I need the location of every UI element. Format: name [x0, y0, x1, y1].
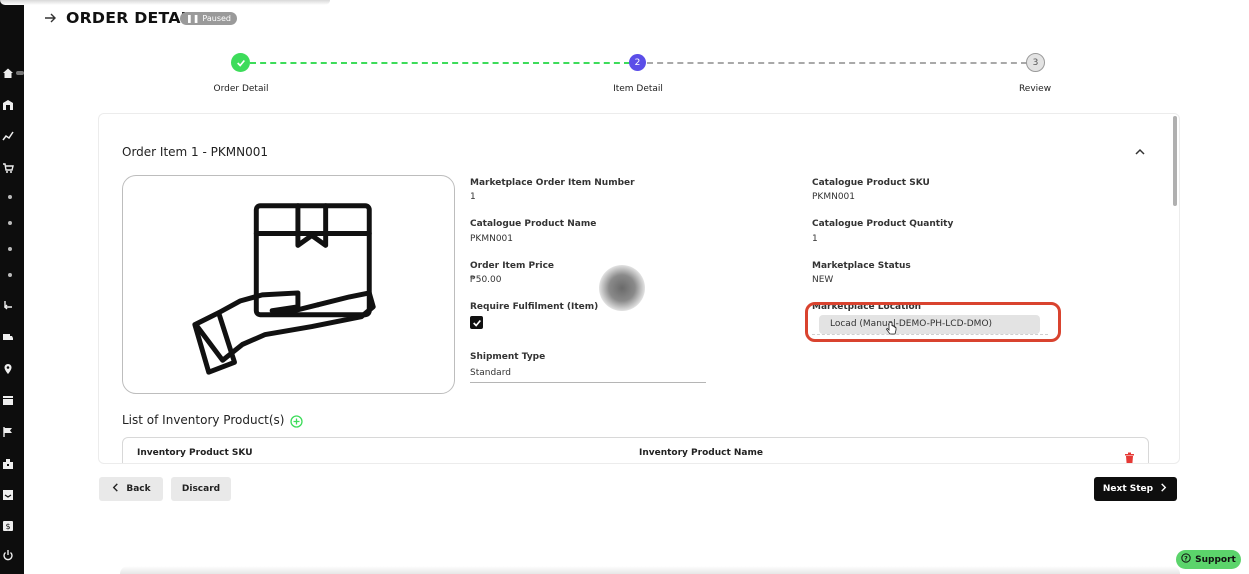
- location-pin-icon[interactable]: [0, 360, 24, 378]
- value-catalogue-product-sku: PKMN001: [812, 192, 856, 202]
- analytics-icon[interactable]: [0, 127, 24, 145]
- submenu-dot[interactable]: [0, 266, 24, 284]
- store-icon[interactable]: [0, 455, 24, 473]
- back-button[interactable]: Back: [99, 477, 163, 501]
- overlay-shadow-bottom: [120, 566, 1180, 574]
- submenu-dot[interactable]: [0, 240, 24, 258]
- stepper-connector-complete: [250, 62, 630, 64]
- value-marketplace-status: NEW: [812, 275, 834, 285]
- billing-icon[interactable]: $: [0, 517, 24, 535]
- page-title: ORDER DETAIL: [66, 9, 197, 27]
- submenu-dot[interactable]: [0, 214, 24, 232]
- step-label-item-detail: Item Detail: [613, 84, 663, 94]
- help-icon: ?: [1181, 553, 1191, 566]
- value-catalogue-product-name: PKMN001: [470, 234, 514, 244]
- overlay-shadow: [0, 0, 330, 5]
- step-1-check-icon[interactable]: [231, 53, 250, 72]
- svg-text:$: $: [6, 522, 11, 531]
- delete-trash-icon[interactable]: [1124, 450, 1135, 463]
- power-icon[interactable]: [0, 546, 24, 564]
- step-3-indicator[interactable]: 3: [1026, 53, 1045, 72]
- shipment-type-underline: [470, 382, 706, 383]
- label-order-item-price: Order Item Price: [470, 261, 555, 271]
- stepper-connector-pending: [647, 62, 1027, 64]
- box-icon[interactable]: [0, 391, 24, 409]
- value-marketplace-order-item-number: 1: [470, 192, 476, 202]
- column-header-inventory-sku: Inventory Product SKU: [137, 448, 253, 458]
- add-circle-icon[interactable]: [290, 413, 303, 428]
- next-step-button[interactable]: Next Step: [1094, 477, 1177, 501]
- card-scrollbar[interactable]: [1171, 114, 1179, 463]
- chevron-up-icon[interactable]: [1133, 144, 1147, 158]
- status-badge: ❚❚ Paused: [180, 12, 238, 25]
- label-require-fulfilment: Require Fulfilment (Item): [470, 302, 599, 312]
- support-button[interactable]: ? Support: [1176, 550, 1241, 569]
- truck-icon[interactable]: [0, 328, 24, 346]
- left-sidebar: $: [0, 0, 24, 574]
- warehouse-icon[interactable]: [0, 96, 24, 114]
- pause-icon: ❚❚: [186, 14, 200, 23]
- back-arrow-icon[interactable]: [43, 10, 57, 26]
- status-label: Paused: [202, 14, 232, 23]
- shipment-type-select[interactable]: Standard: [470, 368, 511, 378]
- label-catalogue-product-sku: Catalogue Product SKU: [812, 178, 930, 188]
- label-marketplace-order-item-number: Marketplace Order Item Number: [470, 178, 635, 188]
- label-catalogue-product-quantity: Catalogue Product Quantity: [812, 219, 954, 229]
- back-button-label: Back: [126, 484, 151, 494]
- order-item-card: Order Item 1 - PKMN001 Marketplace Order…: [98, 113, 1180, 464]
- discard-button[interactable]: Discard: [171, 477, 231, 501]
- scrollbar-thumb[interactable]: [1173, 116, 1177, 206]
- value-order-item-price: ₱50.00: [470, 275, 502, 285]
- inbox-icon[interactable]: [0, 486, 24, 504]
- require-fulfilment-checkbox[interactable]: [470, 316, 483, 329]
- value-catalogue-product-quantity: 1: [812, 234, 818, 244]
- chevron-right-icon: [1159, 483, 1168, 495]
- cart-icon[interactable]: [0, 159, 24, 177]
- label-shipment-type: Shipment Type: [470, 352, 546, 362]
- step-label-review: Review: [1018, 84, 1052, 94]
- svg-text:?: ?: [1184, 555, 1188, 562]
- order-item-title: Order Item 1 - PKMN001: [122, 145, 268, 159]
- flag-icon[interactable]: [0, 423, 24, 441]
- step-label-order-detail: Order Detail: [213, 84, 269, 94]
- label-marketplace-status: Marketplace Status: [812, 261, 911, 271]
- column-header-inventory-name: Inventory Product Name: [639, 448, 763, 458]
- click-indicator: [599, 265, 645, 311]
- annotation-highlight-box: [805, 302, 1061, 342]
- hand-package-icon: [192, 203, 376, 375]
- step-2-indicator[interactable]: 2: [629, 54, 646, 71]
- submenu-dot[interactable]: [0, 188, 24, 206]
- inventory-list-title: List of Inventory Product(s): [122, 413, 285, 427]
- next-step-label: Next Step: [1102, 484, 1154, 494]
- inventory-table: Inventory Product SKU Inventory Product …: [122, 437, 1149, 463]
- support-label: Support: [1195, 554, 1236, 565]
- product-image: [122, 175, 455, 394]
- chevron-left-icon: [111, 483, 120, 495]
- return-icon[interactable]: [0, 296, 24, 314]
- label-catalogue-product-name: Catalogue Product Name: [470, 219, 597, 229]
- hand-cursor-icon: [886, 322, 897, 335]
